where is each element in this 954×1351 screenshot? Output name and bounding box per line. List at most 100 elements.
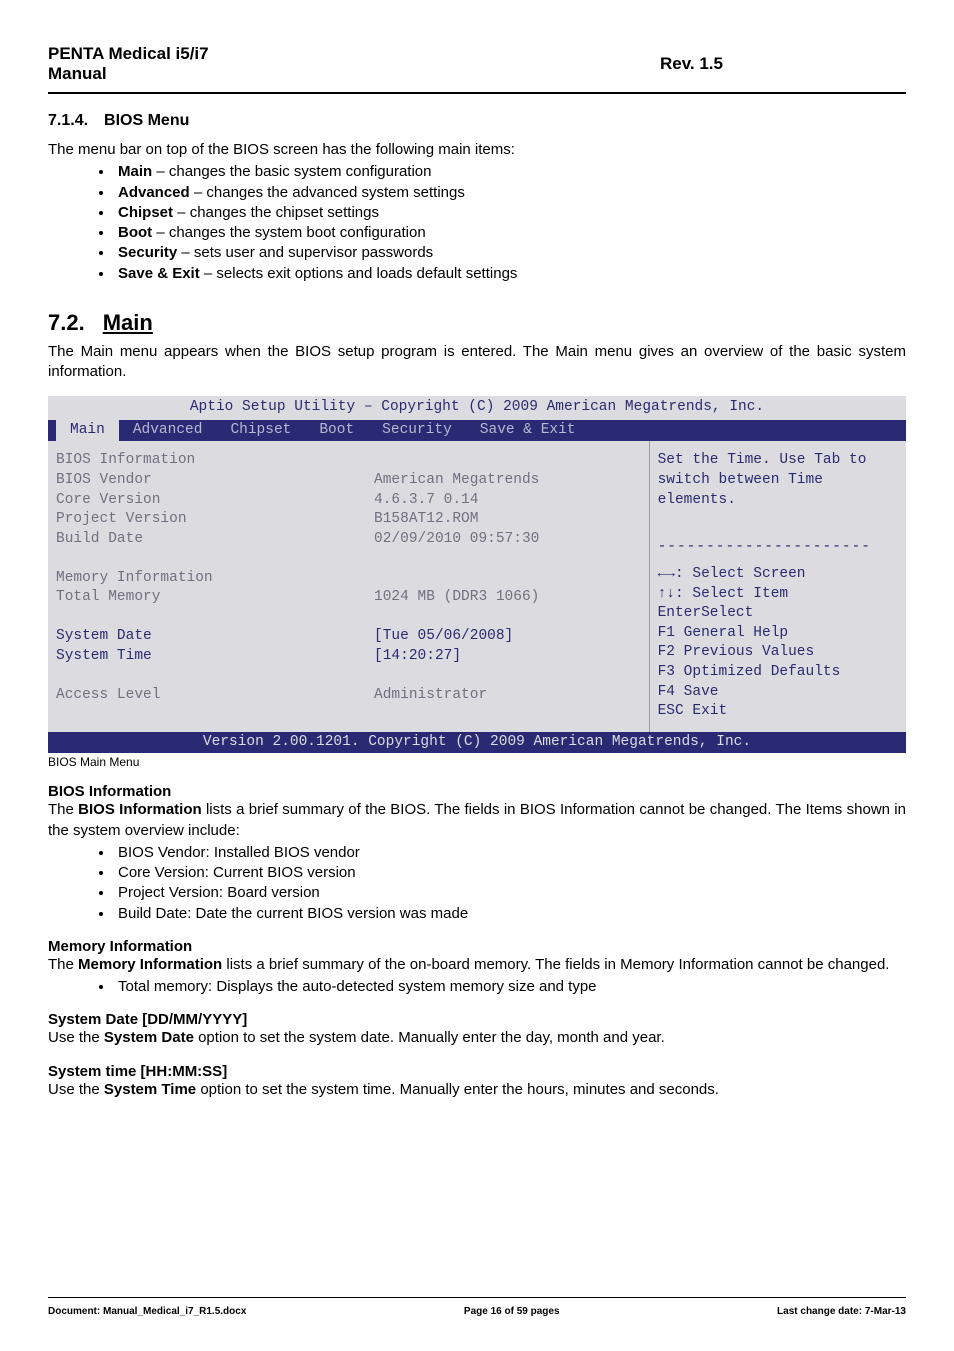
text-bold: BIOS Information [78,801,201,818]
bios-body: BIOS Information BIOS Vendor Core Versio… [48,441,906,731]
bios-row: Access Level [56,686,366,706]
bios-key: F4 Save [658,683,898,703]
bios-row: B158AT12.ROM [374,510,649,530]
list-item: Total memory: Displays the auto-detected… [114,977,906,997]
meminfo-para: The Memory Information lists a brief sum… [48,955,906,975]
item-bold: Save & Exit [118,265,200,282]
bios-row [374,667,649,687]
biosinfo-head: BIOS Information [48,783,906,800]
item-bold: Advanced [118,184,190,201]
bios-divider: ---------------------- [658,538,898,558]
section-72-title: Main [103,310,153,336]
bios-tabbar: Main Advanced Chipset Boot Security Save… [48,420,906,442]
section-72-num: 7.2. [48,310,85,336]
bios-key: ←→: Select Screen [658,565,898,585]
meminfo-head: Memory Information [48,938,906,955]
bios-key: ↑↓: Select Item [658,585,898,605]
text: option to set the system date. Manually … [194,1029,665,1046]
bios-row: 4.6.3.7 0.14 [374,491,649,511]
item-bold: Security [118,244,177,261]
bios-row: Memory Information [56,569,366,589]
bios-help: Set the Time. Use Tab to [658,451,898,471]
text: Use the [48,1081,104,1098]
header-rev: Rev. 1.5 [477,40,906,92]
bios-row [374,569,649,589]
list-item: Security – sets user and supervisor pass… [114,243,906,263]
item-bold: Main [118,163,152,180]
section-714-heading: 7.1.4. BIOS Menu [48,112,906,130]
bios-key: ESC Exit [658,702,898,722]
text: The [48,956,78,973]
list-item: Chipset – changes the chipset settings [114,203,906,223]
bios-help [658,510,898,530]
list-item: Save & Exit – selects exit options and l… [114,264,906,284]
systime-para: Use the System Time option to set the sy… [48,1080,906,1100]
section-72-intro: The Main menu appears when the BIOS setu… [48,342,906,383]
bios-row [374,549,649,569]
list-item: Main – changes the basic system configur… [114,162,906,182]
bios-left-col: BIOS Information BIOS Vendor Core Versio… [48,441,374,731]
text-bold: System Date [104,1029,194,1046]
list-item: Project Version: Board version [114,883,906,903]
text: lists a brief summary of the on-board me… [222,956,889,973]
list-item: Boot – changes the system boot configura… [114,223,906,243]
bios-row: System Date [56,627,366,647]
item-bold: Boot [118,224,152,241]
bios-row: 02/09/2010 09:57:30 [374,530,649,550]
bios-caption: BIOS Main Menu [48,755,906,769]
page-footer: Document: Manual_Medical_i7_R1.5.docx Pa… [48,1297,906,1317]
page-header: PENTA Medical i5/i7 Manual Rev. 1.5 [48,40,906,92]
bios-tab-main: Main [56,420,119,442]
footer-rule [48,1297,906,1298]
bios-key: F3 Optimized Defaults [658,663,898,683]
bios-row [56,667,366,687]
bios-row: Total Memory [56,588,366,608]
section-714-intro: The menu bar on top of the BIOS screen h… [48,140,906,160]
bios-row [56,608,366,628]
biosinfo-para: The BIOS Information lists a brief summa… [48,800,906,841]
item-rest: – changes the basic system configuration [152,163,431,180]
bios-row: American Megatrends [374,471,649,491]
bios-screenshot: Aptio Setup Utility – Copyright (C) 2009… [48,396,906,753]
bios-row: System Time [56,647,366,667]
bios-tab-security: Security [368,420,466,442]
section-714-list: Main – changes the basic system configur… [114,162,906,284]
bios-row: BIOS Information [56,451,366,471]
sysdate-head: System Date [DD/MM/YYYY] [48,1011,906,1028]
bios-key: EnterSelect [658,604,898,624]
section-714-num: 7.1.4. [48,112,88,130]
bios-help: elements. [658,491,898,511]
bios-tab-advanced: Advanced [119,420,217,442]
footer-right: Last change date: 7-Mar-13 [777,1306,906,1317]
bios-help: switch between Time [658,471,898,491]
list-item: Core Version: Current BIOS version [114,863,906,883]
item-rest: – changes the system boot configuration [152,224,426,241]
item-rest: – changes the chipset settings [173,204,379,221]
bios-row: 1024 MB (DDR3 1066) [374,588,649,608]
footer-left: Document: Manual_Medical_i7_R1.5.docx [48,1306,246,1317]
sysdate-para: Use the System Date option to set the sy… [48,1028,906,1048]
bios-row [374,451,649,471]
biosinfo-list: BIOS Vendor: Installed BIOS vendor Core … [114,843,906,924]
bios-mid-col: American Megatrends 4.6.3.7 0.14 B158AT1… [374,441,649,731]
bios-row: Build Date [56,530,366,550]
bios-footer: Version 2.00.1201. Copyright (C) 2009 Am… [48,732,906,754]
header-title-2: Manual [48,64,107,83]
section-714-title: BIOS Menu [104,112,189,130]
bios-row [56,549,366,569]
item-rest: – changes the advanced system settings [190,184,465,201]
bios-key: F1 General Help [658,624,898,644]
bios-row: [14:20:27] [374,647,649,667]
text: option to set the system time. Manually … [196,1081,719,1098]
footer-center: Page 16 of 59 pages [464,1306,560,1317]
bios-row: Core Version [56,491,366,511]
bios-right-col: Set the Time. Use Tab to switch between … [649,441,906,731]
list-item: BIOS Vendor: Installed BIOS vendor [114,843,906,863]
text: Use the [48,1029,104,1046]
section-72-heading: 7.2. Main [48,310,906,336]
text-bold: Memory Information [78,956,222,973]
text: The [48,801,78,818]
header-rule [48,92,906,94]
header-left: PENTA Medical i5/i7 Manual [48,40,477,92]
list-item: Build Date: Date the current BIOS versio… [114,904,906,924]
